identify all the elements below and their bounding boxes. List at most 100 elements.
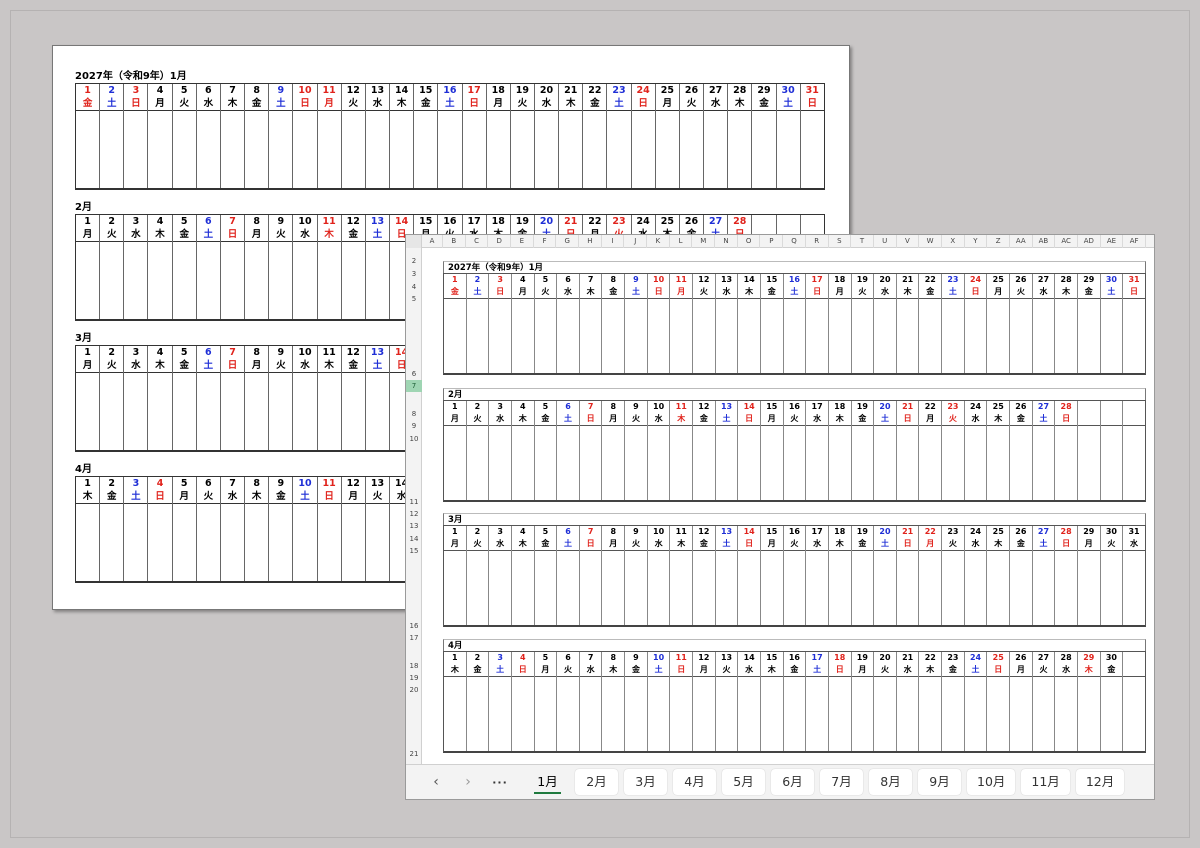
day-number-cell[interactable]: 3 <box>489 652 511 664</box>
day-number-cell[interactable]: 19 <box>852 526 874 538</box>
day-number-cell[interactable]: 6 <box>557 401 579 413</box>
row-header[interactable]: 12 <box>406 508 422 520</box>
day-number-cell[interactable]: 12 <box>693 652 715 664</box>
day-number-cell[interactable]: 17 <box>806 652 828 664</box>
day-number-cell[interactable]: 21 <box>897 401 919 413</box>
weekday-cell[interactable]: 金 <box>1010 413 1032 425</box>
weekday-cell[interactable]: 水 <box>557 286 579 298</box>
weekday-cell[interactable]: 木 <box>602 664 624 676</box>
weekday-cell[interactable]: 土 <box>784 286 806 298</box>
day-number-cell[interactable]: 15 <box>761 526 783 538</box>
day-number-cell[interactable]: 29 <box>1078 274 1100 286</box>
day-notes-cell[interactable] <box>1077 676 1100 751</box>
sheet-tab[interactable]: 5月 <box>722 769 765 795</box>
day-notes-cell[interactable] <box>1123 550 1145 625</box>
weekday-cell[interactable]: 水 <box>738 664 760 676</box>
weekday-cell[interactable]: 日 <box>580 538 602 550</box>
day-number-cell[interactable]: 4 <box>512 652 534 664</box>
weekday-cell[interactable]: 水 <box>1123 538 1145 550</box>
day-notes-cell[interactable] <box>942 550 964 625</box>
day-notes-cell[interactable] <box>874 298 896 373</box>
day-number-cell[interactable]: 23 <box>942 526 964 538</box>
weekday-cell[interactable]: 火 <box>716 664 738 676</box>
day-notes-cell[interactable] <box>579 550 602 625</box>
column-header[interactable]: AF <box>1123 235 1146 248</box>
weekday-cell[interactable]: 火 <box>625 538 647 550</box>
day-number-cell[interactable]: 5 <box>535 274 557 286</box>
day-number-cell[interactable]: 11 <box>670 274 692 286</box>
weekday-cell[interactable]: 金 <box>784 664 806 676</box>
column-header[interactable]: Y <box>965 235 988 248</box>
day-number-cell[interactable]: 22 <box>919 401 941 413</box>
day-number-cell[interactable]: 14 <box>738 526 760 538</box>
weekday-cell[interactable]: 水 <box>806 538 828 550</box>
weekday-cell[interactable] <box>1123 413 1145 425</box>
weekday-cell[interactable]: 木 <box>1055 286 1077 298</box>
day-number-cell[interactable]: 26 <box>1010 401 1032 413</box>
day-notes-cell[interactable] <box>647 550 670 625</box>
day-notes-cell[interactable] <box>444 676 466 751</box>
day-notes-cell[interactable] <box>466 425 489 500</box>
column-header[interactable]: AD <box>1078 235 1101 248</box>
day-number-cell[interactable]: 29 <box>1078 652 1100 664</box>
day-notes-cell[interactable] <box>647 298 670 373</box>
weekday-cell[interactable]: 水 <box>489 538 511 550</box>
weekday-cell[interactable]: 木 <box>1078 664 1100 676</box>
day-notes-cell[interactable] <box>557 676 579 751</box>
weekday-cell[interactable]: 金 <box>852 538 874 550</box>
day-notes-cell[interactable] <box>557 425 579 500</box>
sheet-tab[interactable]: 12月 <box>1075 769 1125 795</box>
day-number-cell[interactable]: 20 <box>874 401 896 413</box>
column-header[interactable]: G <box>556 235 580 248</box>
day-notes-cell[interactable] <box>987 676 1010 751</box>
weekday-cell[interactable]: 日 <box>512 664 534 676</box>
weekday-cell[interactable] <box>1101 413 1123 425</box>
weekday-cell[interactable]: 火 <box>1101 538 1123 550</box>
day-notes-cell[interactable] <box>1032 425 1055 500</box>
row-header[interactable]: 4 <box>406 281 422 293</box>
weekday-cell[interactable]: 土 <box>1033 538 1055 550</box>
day-notes-cell[interactable] <box>896 425 919 500</box>
weekday-cell[interactable]: 木 <box>444 664 466 676</box>
day-notes-cell[interactable] <box>874 676 896 751</box>
day-notes-cell[interactable] <box>602 676 625 751</box>
day-notes-cell[interactable] <box>511 425 534 500</box>
weekday-cell[interactable]: 月 <box>987 286 1009 298</box>
day-number-cell[interactable]: 18 <box>829 652 851 664</box>
weekday-cell[interactable]: 水 <box>965 413 987 425</box>
day-number-cell[interactable]: 14 <box>738 401 760 413</box>
day-notes-cell[interactable] <box>466 298 489 373</box>
column-header[interactable]: Q <box>783 235 806 248</box>
row-header[interactable]: 8 <box>406 408 422 420</box>
month-title[interactable]: 2月 <box>443 388 1146 400</box>
day-notes-cell[interactable] <box>964 425 987 500</box>
day-notes-cell[interactable] <box>828 298 851 373</box>
day-number-cell[interactable]: 22 <box>919 652 941 664</box>
day-number-cell[interactable]: 31 <box>1123 526 1145 538</box>
column-header[interactable]: U <box>874 235 897 248</box>
day-notes-cell[interactable] <box>896 550 919 625</box>
day-number-cell[interactable]: 25 <box>987 401 1009 413</box>
day-notes-cell[interactable] <box>1100 676 1123 751</box>
weekday-cell[interactable]: 日 <box>1055 413 1077 425</box>
day-number-cell[interactable]: 22 <box>919 526 941 538</box>
column-header[interactable]: R <box>806 235 829 248</box>
day-notes-cell[interactable] <box>896 676 919 751</box>
day-notes-cell[interactable] <box>806 676 828 751</box>
day-number-cell[interactable]: 11 <box>670 652 692 664</box>
day-notes-cell[interactable] <box>828 676 851 751</box>
weekday-cell[interactable]: 火 <box>625 413 647 425</box>
day-notes-cell[interactable] <box>783 425 806 500</box>
day-number-cell[interactable]: 28 <box>1055 274 1077 286</box>
weekday-cell[interactable]: 日 <box>897 538 919 550</box>
weekday-cell[interactable]: 火 <box>874 664 896 676</box>
weekday-cell[interactable]: 月 <box>919 538 941 550</box>
day-notes-cell[interactable] <box>964 676 987 751</box>
day-notes-cell[interactable] <box>1123 676 1145 751</box>
weekday-cell[interactable]: 金 <box>444 286 466 298</box>
day-number-cell[interactable]: 8 <box>602 526 624 538</box>
day-number-cell[interactable]: 1 <box>444 526 466 538</box>
day-notes-cell[interactable] <box>579 425 602 500</box>
day-notes-cell[interactable] <box>715 425 738 500</box>
weekday-cell[interactable]: 木 <box>670 538 692 550</box>
